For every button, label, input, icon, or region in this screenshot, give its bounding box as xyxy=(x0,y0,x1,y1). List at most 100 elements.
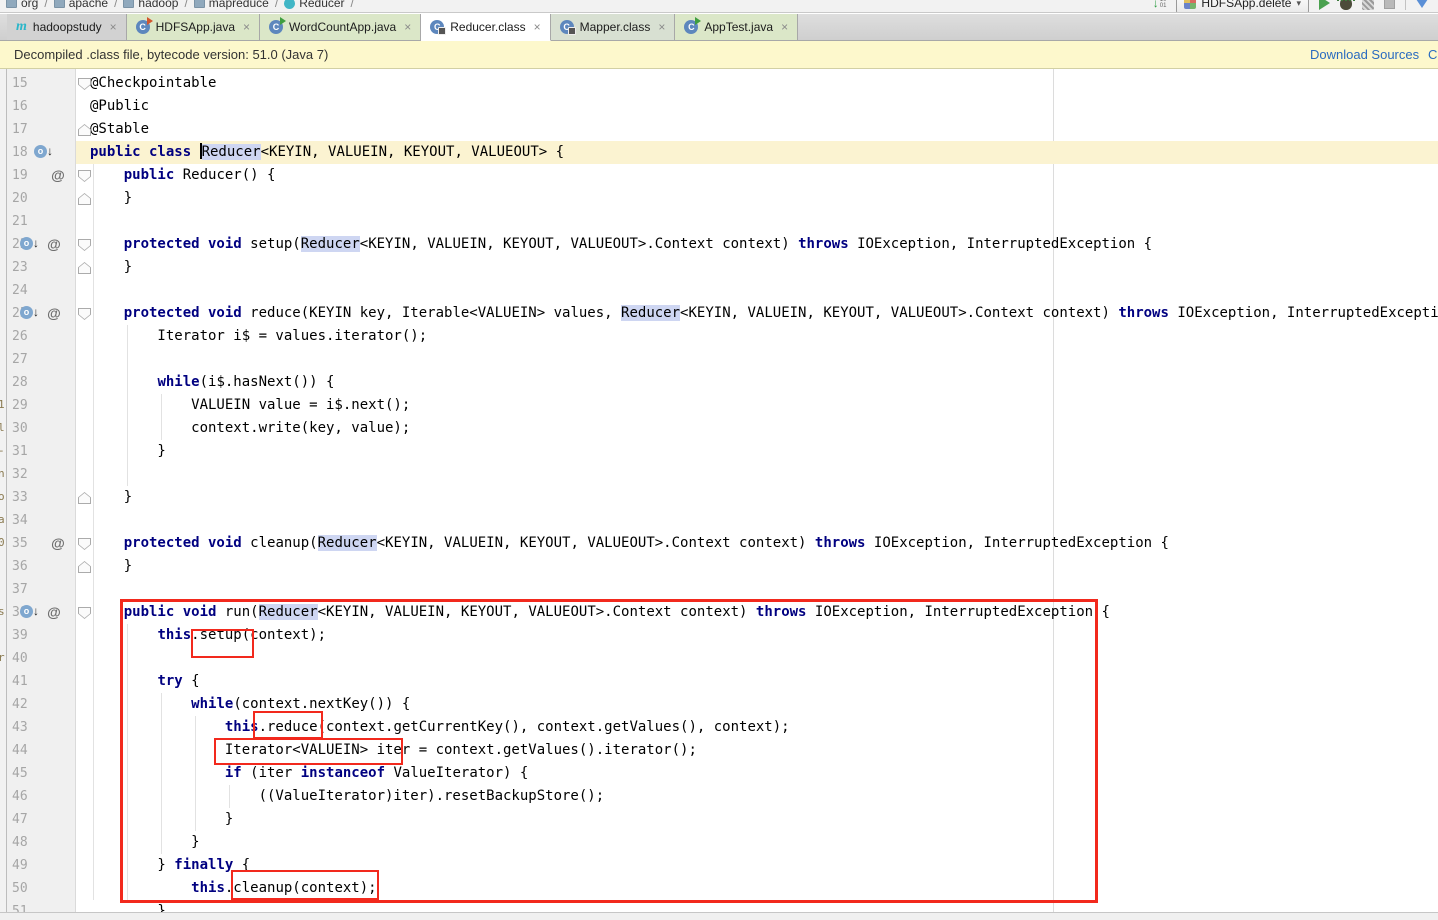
fold-shape xyxy=(79,171,90,181)
overridden-method-icon[interactable]: o xyxy=(20,605,33,618)
line-number: 28 xyxy=(12,371,52,394)
tab-label: Reducer.class xyxy=(450,20,525,34)
run-configuration-select[interactable]: HDFSApp.delete ▾ xyxy=(1176,0,1309,13)
fold-close-icon[interactable] xyxy=(78,124,91,136)
overridden-method-icon[interactable]: o xyxy=(20,306,33,319)
keyword: public class xyxy=(90,144,200,160)
maven-module-icon: m xyxy=(16,20,27,34)
tab-close-icon[interactable]: × xyxy=(241,20,250,34)
code-text: setup( xyxy=(242,236,301,252)
code-line[interactable]: } xyxy=(90,256,132,279)
code-line[interactable]: } xyxy=(90,555,132,578)
line-number: 34 xyxy=(12,509,52,532)
tab-hadoopstudy[interactable]: mhadoopstudy× xyxy=(7,14,127,40)
clipped-text-fragment: r xyxy=(0,651,6,664)
fold-close-icon[interactable] xyxy=(78,561,91,573)
breadcrumb-item-mapreduce[interactable]: mapreduce xyxy=(194,0,269,10)
code-line[interactable]: protected void cleanup(Reducer<KEYIN, VA… xyxy=(90,532,1169,555)
overridden-method-icon[interactable]: o xyxy=(20,237,33,250)
tab-wordcountapp-java[interactable]: CWordCountApp.java× xyxy=(260,14,421,40)
tab-close-icon[interactable]: × xyxy=(402,20,411,34)
keyword: protected void xyxy=(124,535,242,551)
code-text: } xyxy=(90,259,132,275)
annotation-box-3 xyxy=(214,738,403,765)
code-line[interactable]: Iterator i$ = values.iterator(); xyxy=(90,325,427,348)
coverage-button[interactable] xyxy=(1362,0,1374,10)
tab-label: AppTest.java xyxy=(704,20,773,34)
tab-close-icon[interactable]: × xyxy=(656,20,665,34)
fold-close-icon[interactable] xyxy=(78,193,91,205)
code-text: } xyxy=(90,489,132,505)
code-line[interactable]: protected void reduce(KEYIN key, Iterabl… xyxy=(90,302,1438,325)
tab-close-icon[interactable]: × xyxy=(108,20,117,34)
tab-apptest-java[interactable]: C AppTest.java × xyxy=(675,14,798,40)
keyword: throws xyxy=(798,236,849,252)
tab-hdfsapp-java[interactable]: CHDFSApp.java× xyxy=(127,14,260,40)
code-line[interactable]: protected void setup(Reducer<KEYIN, VALU… xyxy=(90,233,1152,256)
overridden-method-icon[interactable]: o xyxy=(34,145,47,158)
fold-close-icon[interactable] xyxy=(78,492,91,504)
code-line[interactable]: } xyxy=(90,486,132,509)
package-icon xyxy=(123,0,134,8)
line-number: 23 xyxy=(12,256,52,279)
override-down-arrow-icon: ↓ xyxy=(33,306,43,319)
clipped-text-fragment: o xyxy=(0,490,6,503)
code-editor[interactable]: 1l-noa0sr 15@Checkpointable16@Public17@S… xyxy=(0,69,1438,920)
code-line[interactable]: public class Reducer<KEYIN, VALUEIN, KEY… xyxy=(90,141,564,164)
code-text: } xyxy=(90,558,132,574)
breadcrumb-item-Reducer[interactable]: Reducer xyxy=(284,0,344,10)
debug-button[interactable] xyxy=(1340,0,1352,10)
tab-reducer-class[interactable]: C Reducer.class × xyxy=(421,14,550,41)
breadcrumb-item-apache[interactable]: apache xyxy=(54,0,108,10)
override-down-arrow-icon: ↓ xyxy=(33,605,43,618)
annotation-gutter-icon[interactable]: @ xyxy=(50,532,66,555)
fold-close-icon[interactable] xyxy=(78,262,91,274)
bytecode-version-icon[interactable]: ↓ 10 01 xyxy=(1153,0,1167,10)
run-button[interactable] xyxy=(1319,0,1330,10)
annotation-box-2 xyxy=(253,711,323,739)
breadcrumb-item-org[interactable]: org xyxy=(6,0,38,10)
class-runnable-icon: C xyxy=(684,20,698,34)
fold-open-icon[interactable] xyxy=(78,239,91,251)
profiler-button[interactable] xyxy=(1416,0,1428,8)
code-line[interactable]: context.write(key, value); xyxy=(90,417,410,440)
tab-close-icon[interactable]: × xyxy=(532,20,541,34)
code-text: <KEYIN, VALUEIN, KEYOUT, VALUEOUT>.Conte… xyxy=(680,305,1118,321)
tab-close-icon[interactable]: × xyxy=(779,20,788,34)
stop-button[interactable] xyxy=(1384,0,1395,9)
code-line[interactable]: while(i$.hasNext()) { xyxy=(90,371,334,394)
code-line[interactable]: } xyxy=(90,187,132,210)
breadcrumb-item-hadoop[interactable]: hadoop xyxy=(123,0,178,10)
fold-open-icon[interactable] xyxy=(78,78,91,90)
code-line[interactable]: @Checkpointable xyxy=(90,72,216,95)
download-sources-link[interactable]: Download Sources xyxy=(1310,47,1419,62)
code-line[interactable]: VALUEIN value = i$.next(); xyxy=(90,394,410,417)
annotation-gutter-icon[interactable]: @ xyxy=(46,233,62,256)
code-text: IOException, InterruptedException { xyxy=(865,535,1168,551)
tab-mapper-class[interactable]: CMapper.class× xyxy=(551,14,676,40)
class-locked-icon: C xyxy=(430,20,444,34)
fold-open-icon[interactable] xyxy=(78,538,91,550)
fold-open-icon[interactable] xyxy=(78,607,91,619)
annotation-gutter-icon[interactable]: @ xyxy=(46,601,62,624)
annotation-gutter-icon[interactable]: @ xyxy=(46,302,62,325)
line-number: 37 xyxy=(12,578,52,601)
fold-open-icon[interactable] xyxy=(78,308,91,320)
choose-sources-link[interactable]: C xyxy=(1428,47,1437,62)
class-runnable-icon: C xyxy=(269,20,283,34)
line-number: 33 xyxy=(12,486,52,509)
code-line[interactable]: @Public xyxy=(90,95,149,118)
code-line[interactable]: } xyxy=(90,440,166,463)
code-line[interactable]: public Reducer() { xyxy=(90,164,275,187)
clipped-text-fragment: n xyxy=(0,467,6,480)
line-number: 43 xyxy=(12,716,52,739)
line-number: 36 xyxy=(12,555,52,578)
clipped-text-fragment: a xyxy=(0,513,6,526)
annotation-gutter-icon[interactable]: @ xyxy=(50,164,66,187)
highlighted-identifier: Reducer xyxy=(301,236,360,252)
line-number: 39 xyxy=(12,624,52,647)
fold-open-icon[interactable] xyxy=(78,170,91,182)
breadcrumb-label: mapreduce xyxy=(209,0,269,10)
breadcrumb-label: hadoop xyxy=(138,0,178,10)
code-line[interactable]: @Stable xyxy=(90,118,149,141)
